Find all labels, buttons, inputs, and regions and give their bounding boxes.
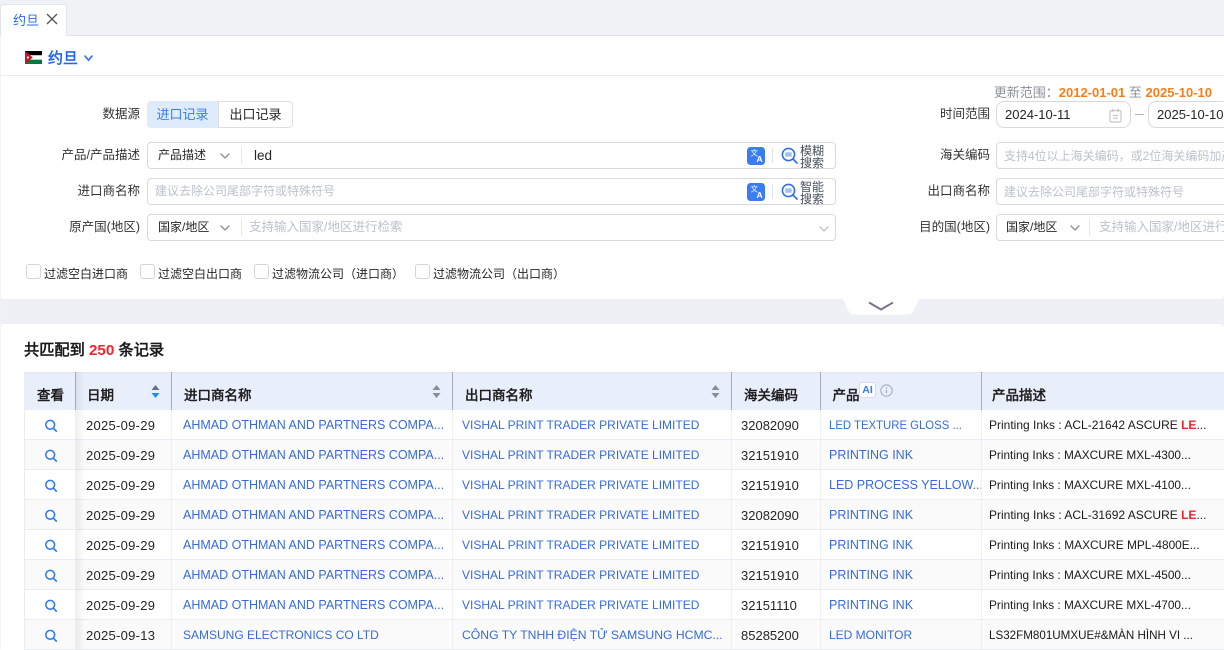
svg-text:A: A [757,154,763,164]
svg-text:A: A [757,190,763,200]
